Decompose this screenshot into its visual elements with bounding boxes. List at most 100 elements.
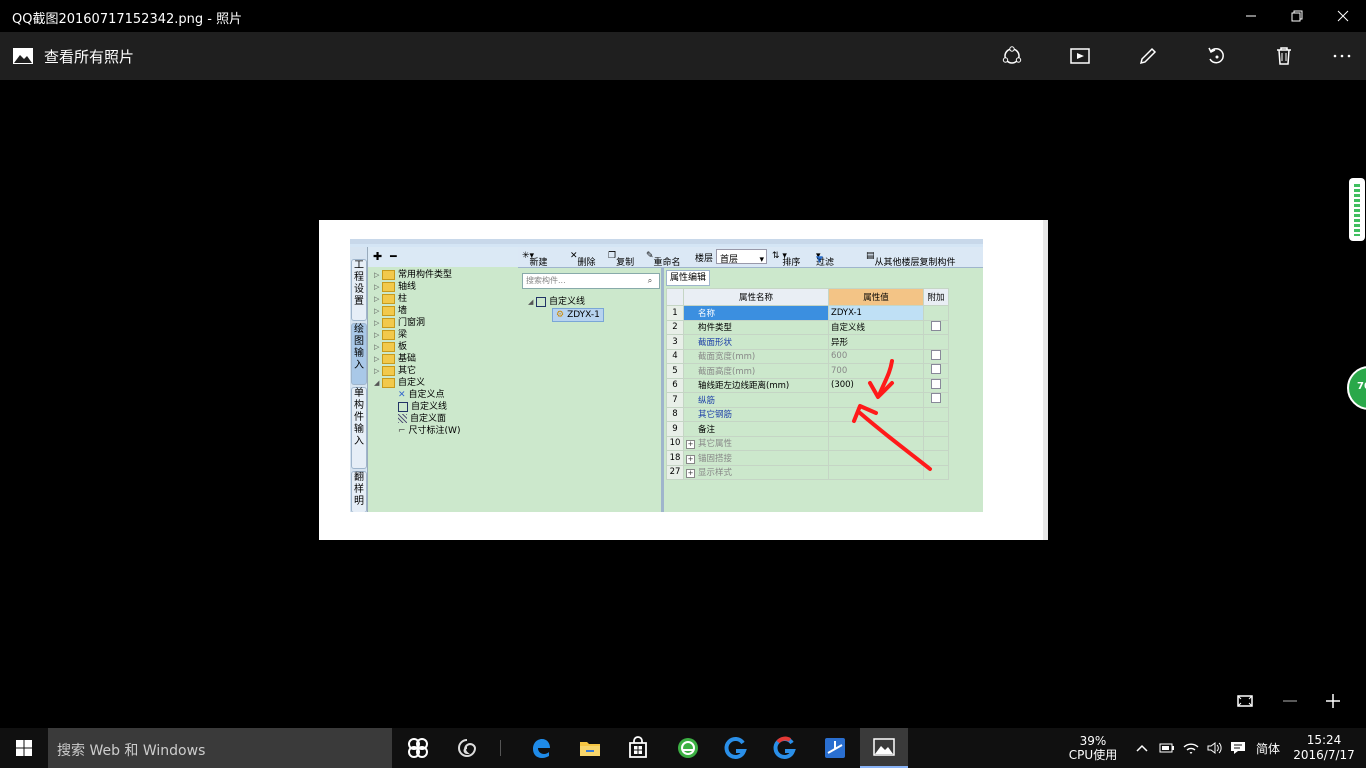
vtab-single-component[interactable]: 单构件输入 <box>351 387 367 469</box>
minimize-button[interactable] <box>1228 0 1274 32</box>
photo-canvas: 工程设置 绘图输入 单构件输入 翻样明 ✚ ━ ▷ 常用构件类型 ▷ 轴线 ▷ 柱 ▷… <box>319 220 1048 540</box>
photo-edge-strip <box>1043 220 1048 540</box>
folder-icon <box>382 341 395 352</box>
tree-item-custom-line[interactable]: 自定义线 <box>398 401 447 413</box>
fit-to-window-button[interactable] <box>1231 688 1259 714</box>
folder-icon <box>382 365 395 376</box>
slideshow-button[interactable] <box>1066 42 1094 70</box>
floor-select[interactable]: 首层 ▾ <box>716 249 767 265</box>
tree-item-dimension[interactable]: ⌐ 尺寸标注(W) <box>398 425 460 437</box>
battery-plug-icon <box>1159 743 1174 753</box>
expand-icon[interactable]: + <box>686 469 695 479</box>
window-title: QQ截图20160717152342.png - 照片 <box>12 12 243 27</box>
photos-gallery-icon[interactable] <box>12 45 34 67</box>
tree-item[interactable]: ▷ 梁 <box>374 329 407 341</box>
view-all-photos-link[interactable]: 查看所有照片 <box>44 46 134 67</box>
tree-header: ✚ ━ <box>368 247 518 267</box>
tree-item[interactable]: ▷ 常用构件类型 <box>374 269 452 281</box>
sort-button[interactable]: ⇅ 排序 ▾ <box>772 251 800 268</box>
vtab-drawing-input[interactable]: 绘图输入 <box>351 323 367 385</box>
clock[interactable]: 15:24 2016/7/17 <box>1290 728 1358 768</box>
expandable-row-label[interactable]: + 锚固搭接 <box>683 450 829 466</box>
open-folder-icon <box>382 377 395 388</box>
close-button[interactable] <box>1320 0 1366 32</box>
action-center-button[interactable] <box>1228 728 1248 768</box>
tree-item[interactable]: ▷ 其它 <box>374 365 416 377</box>
zoom-out-button[interactable] <box>1276 688 1304 714</box>
tab-property-edit[interactable]: 属性编辑 <box>666 270 710 286</box>
table-row[interactable]: 3 截面形状 异形 <box>666 334 949 350</box>
taskbar-app-green-browser[interactable] <box>664 728 712 768</box>
taskbar-app-explorer[interactable] <box>566 728 614 768</box>
new-button[interactable]: ✳ 新建 ▾ <box>522 251 548 268</box>
rotate-button[interactable] <box>1202 42 1230 70</box>
taskbar-app-drafting[interactable] <box>811 728 859 768</box>
speaker-icon <box>1207 742 1222 754</box>
folder-icon <box>382 329 395 340</box>
minimize-icon <box>1246 15 1256 17</box>
restore-button[interactable] <box>1274 0 1320 32</box>
taskbar-app-store[interactable] <box>614 728 662 768</box>
tree-item[interactable]: ▷ 门窗洞 <box>374 317 425 329</box>
taskbar-app-photos[interactable] <box>860 728 908 768</box>
copy-from-floor-button[interactable]: ▤ 从其他楼层复制构件 <box>866 251 956 268</box>
cpu-usage-widget[interactable]: 39% CPU使用 <box>1062 728 1124 768</box>
share-button[interactable] <box>998 42 1026 70</box>
taskbar-app-blue-g[interactable] <box>712 728 760 768</box>
tree-item[interactable]: ▷ 墙 <box>374 305 407 317</box>
collapse-all-icon[interactable]: ━ <box>390 250 397 263</box>
vtab-rebar-detail[interactable]: 翻样明 <box>351 471 367 512</box>
tree-item-zdyx-1[interactable]: ⚙ ZDYX-1 <box>552 308 604 322</box>
folder-icon <box>382 353 395 364</box>
taskbar-app-spiral[interactable] <box>443 728 491 768</box>
volume-indicator[interactable] <box>1204 728 1226 768</box>
show-hidden-icons-button[interactable] <box>1132 728 1152 768</box>
notification-icon <box>1231 742 1245 754</box>
memory-ball-widget[interactable]: 70 <box>1347 366 1366 410</box>
edge-browser-icon <box>533 739 550 758</box>
expand-all-icon[interactable]: ✚ <box>373 250 382 263</box>
delete-component-button[interactable]: ✕ 删除 <box>570 251 596 268</box>
slideshow-icon <box>1070 48 1090 64</box>
expand-icon[interactable]: + <box>686 454 695 464</box>
expandable-row-label[interactable]: + 其它属性 <box>683 435 829 451</box>
vtab-project-settings[interactable]: 工程设置 <box>351 259 367 321</box>
restore-icon <box>1291 10 1303 22</box>
delete-button[interactable] <box>1270 42 1298 70</box>
expand-icon[interactable]: + <box>686 440 695 450</box>
component-toolbar: ✳ 新建 ▾ ✕ 删除 ❐ 复制 ✎ 重命名 楼层 首层 ▾ ⇅ 排序 ▾ ▼ 过滤 ▾ ▤… <box>518 247 983 268</box>
edit-button[interactable] <box>1134 42 1162 70</box>
table-row[interactable]: 2 构件类型 自定义线 <box>666 319 949 335</box>
copy-button[interactable]: ❐ 复制 <box>608 251 634 268</box>
extra-checkbox[interactable] <box>931 320 941 331</box>
taskbar-app-red-g[interactable] <box>761 728 809 768</box>
filter-button[interactable]: ▼ 过滤 ▾ <box>816 251 834 268</box>
table-row[interactable]: 1 名称 ZDYX-1 <box>666 305 949 321</box>
tree-item-custom[interactable]: ◢ 自定义 <box>374 377 425 389</box>
start-button[interactable] <box>0 728 48 768</box>
rename-button[interactable]: ✎ 重命名 <box>646 251 681 268</box>
red-annotation-arrows <box>852 359 932 471</box>
tree-item-custom-face[interactable]: 自定义面 <box>398 413 446 425</box>
tree-item[interactable]: ▷ 板 <box>374 341 407 353</box>
taskbar-app-edge[interactable] <box>517 728 565 768</box>
component-list-panel: 搜索构件... ⌕ ◢ 自定义线 ⚙ ZDYX-1 <box>518 268 664 512</box>
taskbar-app-pinwheel[interactable] <box>394 728 442 768</box>
tree-item[interactable]: ▷ 轴线 <box>374 281 416 293</box>
component-search-input[interactable]: 搜索构件... ⌕ <box>522 273 660 289</box>
taskbar-search-box[interactable]: 搜索 Web 和 Windows <box>48 728 392 768</box>
battery-indicator[interactable] <box>1155 728 1177 768</box>
network-indicator[interactable] <box>1180 728 1202 768</box>
tree-item[interactable]: ▷ 基础 <box>374 353 416 365</box>
search-icon[interactable]: ⌕ <box>643 274 657 288</box>
ime-indicator[interactable]: 简体 <box>1252 728 1284 768</box>
component-type-tree: ✚ ━ ▷ 常用构件类型 ▷ 轴线 ▷ 柱 ▷ 墙 ▷ 门窗洞 ▷ 梁 ▷ 板 ▷ 基础 ▷ 其它… <box>367 247 518 512</box>
tree-item-custom-line-root[interactable]: ◢ 自定义线 <box>528 296 585 308</box>
tree-item[interactable]: ▷ 柱 <box>374 293 407 305</box>
zoom-in-button[interactable] <box>1319 688 1347 714</box>
expandable-row-label[interactable]: + 显示样式 <box>683 464 829 480</box>
tree-item-custom-point[interactable]: ✕ 自定义点 <box>398 389 445 401</box>
side-scroll-handle[interactable] <box>1349 178 1365 241</box>
header-property-value: 属性值 <box>828 288 924 306</box>
more-button[interactable] <box>1328 42 1356 70</box>
